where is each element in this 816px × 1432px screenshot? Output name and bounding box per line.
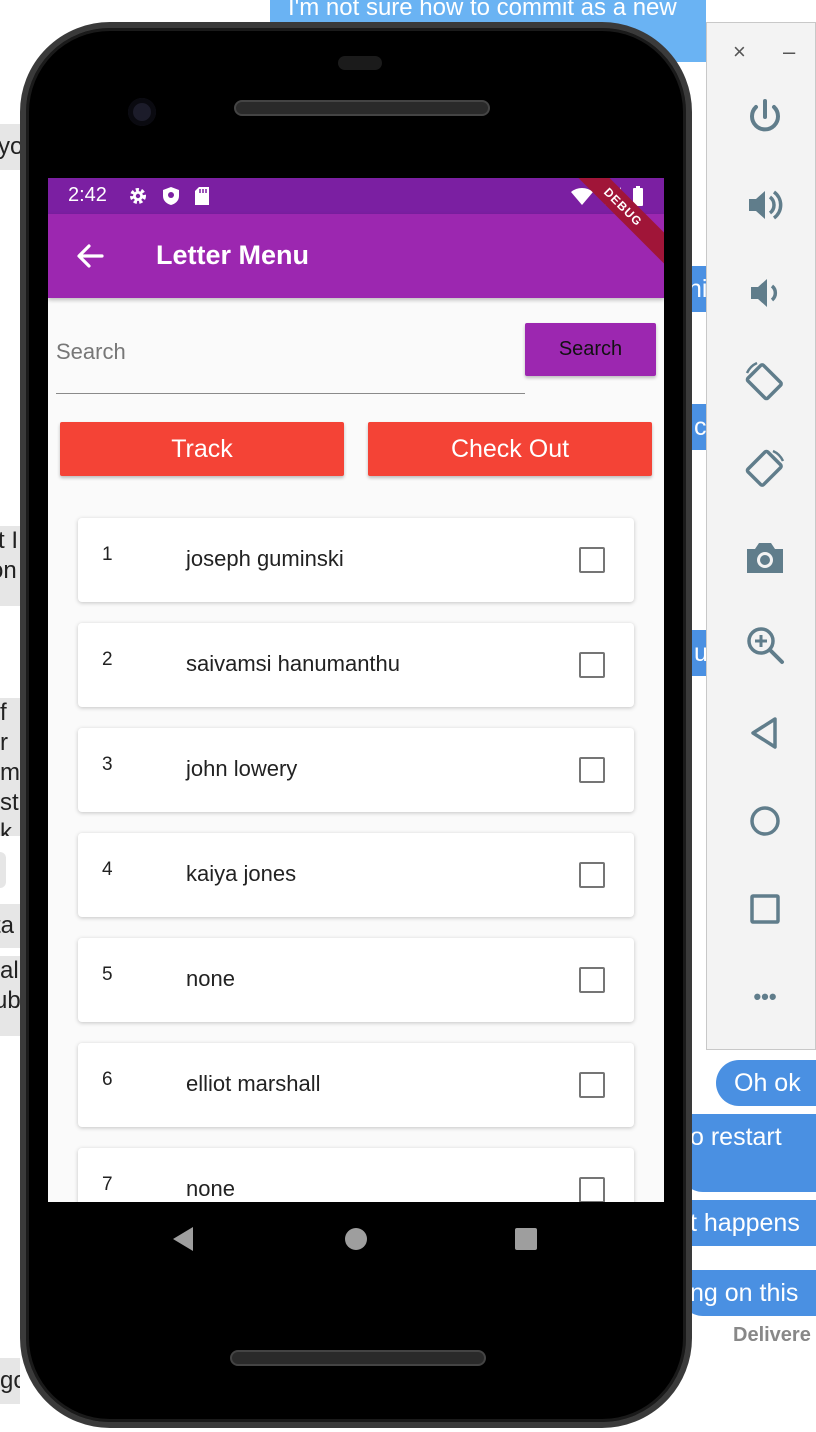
- sd-card-icon: [195, 187, 209, 205]
- rotate-left-icon[interactable]: [735, 351, 795, 411]
- item-checkbox[interactable]: [579, 862, 605, 888]
- nav-back-icon[interactable]: [168, 1224, 198, 1254]
- front-camera: [128, 98, 156, 126]
- nav-overview-icon[interactable]: [511, 1224, 541, 1254]
- background-fragment: f rmestk: [0, 698, 20, 836]
- bottom-speaker: [230, 1350, 486, 1366]
- item-checkbox[interactable]: [579, 1072, 605, 1098]
- page-title: Letter Menu: [156, 240, 310, 270]
- item-name: elliot marshall: [186, 1071, 321, 1096]
- power-icon[interactable]: [735, 87, 795, 147]
- chat-bubble: ng on this: [680, 1270, 816, 1316]
- background-fragment: t Ion: [0, 526, 20, 606]
- background-fragment: yo: [0, 124, 20, 170]
- item-name: none: [186, 966, 235, 991]
- rotate-right-icon[interactable]: [735, 439, 795, 499]
- list-item: 2 saivamsi hanumanthu: [78, 623, 634, 707]
- item-checkbox[interactable]: [579, 967, 605, 993]
- back-icon[interactable]: [735, 703, 795, 763]
- camera-icon[interactable]: [735, 527, 795, 587]
- item-number: 1: [102, 544, 113, 565]
- volume-down-icon[interactable]: [735, 263, 795, 323]
- android-nav-bar: [48, 1202, 664, 1274]
- nav-home-icon[interactable]: [341, 1224, 371, 1254]
- item-number: 3: [102, 754, 113, 775]
- item-name: kaiya jones: [186, 861, 297, 886]
- delivered-status: Delivere: [733, 1324, 811, 1346]
- home-icon[interactable]: [735, 791, 795, 851]
- item-checkbox[interactable]: [579, 1177, 605, 1202]
- item-checkbox[interactable]: [579, 652, 605, 678]
- search-button[interactable]: Search: [525, 323, 656, 376]
- check-out-button[interactable]: Check Out: [368, 422, 652, 476]
- status-time: 2:42: [68, 184, 107, 206]
- list-item: 5 none: [78, 938, 634, 1022]
- track-button[interactable]: Track: [60, 422, 344, 476]
- background-fragment: [0, 852, 6, 888]
- background-fragment: c: [692, 404, 706, 450]
- shield-icon: [163, 187, 179, 205]
- list-item: 7 none: [78, 1148, 634, 1202]
- background-fragment: go: [0, 1358, 20, 1404]
- list-item: 1 joseph guminski: [78, 518, 634, 602]
- status-bar: 2:42: [48, 178, 664, 214]
- item-number: 5: [102, 964, 113, 985]
- volume-up-icon[interactable]: [735, 175, 795, 235]
- search-input[interactable]: [56, 322, 525, 382]
- chat-bubble: Oh ok: [716, 1060, 816, 1106]
- item-checkbox[interactable]: [579, 547, 605, 573]
- app-screen: 2:42 Letter Menu DEBUG Search Track Chec…: [48, 178, 664, 1202]
- app-bar: Letter Menu: [48, 214, 664, 298]
- zoom-icon[interactable]: [735, 615, 795, 675]
- minimize-icon[interactable]: –: [783, 39, 795, 65]
- search-field[interactable]: [56, 322, 525, 394]
- list-item: 6 elliot marshall: [78, 1043, 634, 1127]
- emulator-control-panel: × – •••: [706, 22, 816, 1050]
- close-icon[interactable]: ×: [733, 39, 746, 65]
- item-name: joseph guminski: [186, 546, 344, 571]
- item-name: saivamsi hanumanthu: [186, 651, 401, 676]
- more-icon[interactable]: •••: [735, 967, 795, 1027]
- background-fragment: ta: [0, 904, 20, 948]
- item-checkbox[interactable]: [579, 757, 605, 783]
- back-arrow-icon[interactable]: [74, 240, 106, 272]
- chat-bubble: o restart: [680, 1114, 816, 1192]
- item-name: none: [186, 1176, 235, 1201]
- overview-icon[interactable]: [735, 879, 795, 939]
- item-number: 7: [102, 1174, 113, 1195]
- item-name: john lowery: [186, 756, 298, 781]
- background-top-text: I'm not sure how to commit as a new: [288, 0, 677, 21]
- item-number: 6: [102, 1069, 113, 1090]
- item-number: 2: [102, 649, 113, 670]
- background-fragment: al ub: [0, 956, 20, 1036]
- settings-icon: [130, 188, 146, 204]
- background-fragment: u: [692, 630, 706, 676]
- list-item: 3 john lowery: [78, 728, 634, 812]
- top-speaker: [234, 100, 490, 116]
- list-item: 4 kaiya jones: [78, 833, 634, 917]
- phone-notch: [338, 56, 382, 70]
- chat-bubble: t happens: [680, 1200, 816, 1246]
- item-number: 4: [102, 859, 113, 880]
